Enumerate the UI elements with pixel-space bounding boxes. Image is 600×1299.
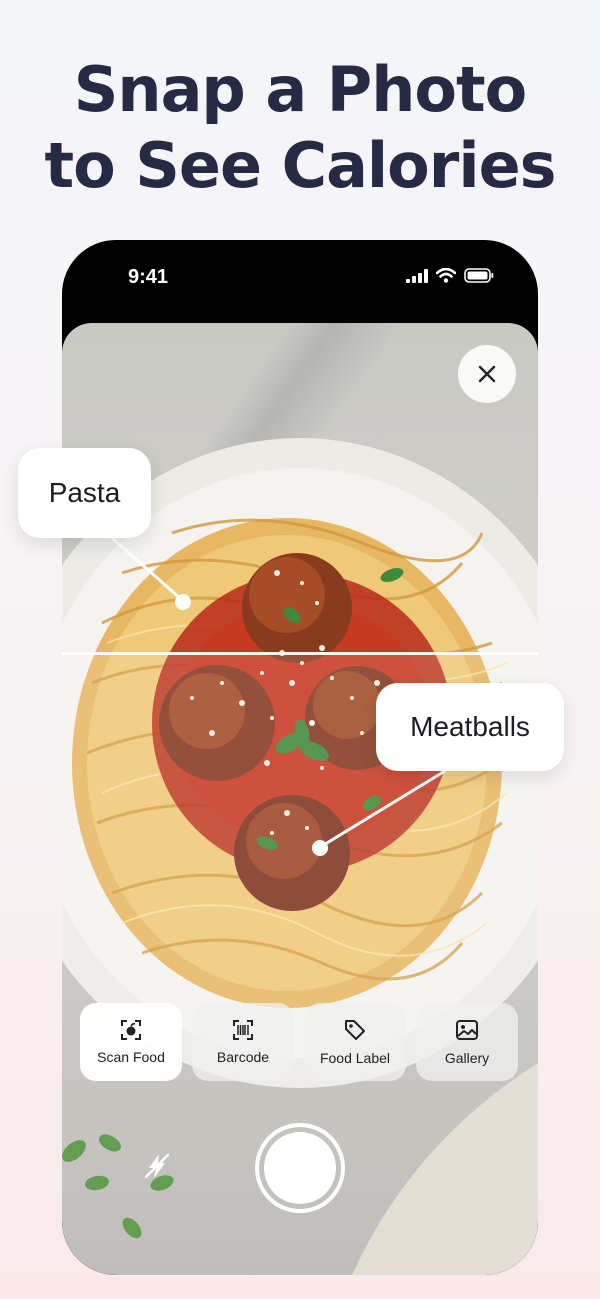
- status-icons: [406, 268, 494, 283]
- gallery-button[interactable]: Gallery: [416, 1003, 518, 1081]
- gallery-label: Gallery: [444, 1050, 490, 1066]
- status-bar: 9:41: [62, 240, 538, 320]
- scan-food-label: Scan Food: [97, 1049, 165, 1065]
- shutter-button[interactable]: [255, 1123, 345, 1213]
- headline: Snap a Photo to See Calories: [0, 52, 600, 204]
- tag-icon: [345, 1020, 365, 1040]
- scan-mode-bar: Scan Food Barcode Food Label Gallery: [80, 1003, 518, 1081]
- flash-toggle[interactable]: [142, 1151, 172, 1186]
- pasta-label: Pasta: [18, 448, 151, 538]
- food-label-label: Food Label: [319, 1050, 391, 1066]
- food-label-button[interactable]: Food Label: [304, 1003, 406, 1081]
- scan-food-button[interactable]: Scan Food: [80, 1003, 182, 1081]
- close-icon: [478, 365, 496, 383]
- flash-off-icon: [144, 1153, 170, 1179]
- barcode-label: Barcode: [216, 1049, 270, 1065]
- shutter-inner: [264, 1132, 336, 1204]
- close-button[interactable]: [458, 345, 516, 403]
- pasta-label-text: Pasta: [48, 477, 121, 508]
- scan-line: [62, 652, 538, 655]
- headline-line-2: to See Calories: [44, 129, 556, 202]
- battery-icon: [464, 268, 494, 283]
- meatballs-label-text: Meatballs: [410, 711, 530, 742]
- signal-icon: [406, 268, 428, 283]
- headline-line-1: Snap a Photo: [73, 53, 527, 126]
- barcode-button[interactable]: Barcode: [192, 1003, 294, 1081]
- status-time: 9:41: [128, 266, 169, 288]
- gallery-icon: [456, 1020, 478, 1040]
- scan-food-icon: [121, 1020, 141, 1040]
- meatballs-label: Meatballs: [376, 683, 564, 771]
- barcode-icon: [233, 1020, 253, 1040]
- wifi-icon: [436, 268, 456, 283]
